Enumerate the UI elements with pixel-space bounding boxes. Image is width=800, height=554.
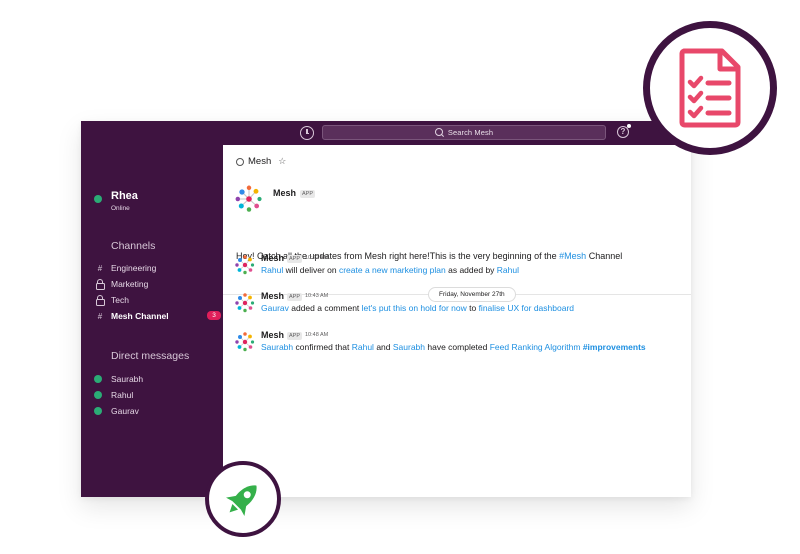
sidebar-item-rahul[interactable]: Rahul <box>94 388 133 402</box>
message-link[interactable]: Gaurav <box>261 303 289 313</box>
message-text: Rahul will deliver on create a new marke… <box>261 265 519 275</box>
online-status-dot <box>94 195 102 203</box>
unread-badge: 3 <box>207 311 221 320</box>
online-status-dot <box>94 407 102 415</box>
message-text: Gaurav added a comment let's put this on… <box>261 303 574 313</box>
message-fragment: as added by <box>445 265 497 275</box>
app-tag: APP <box>300 190 316 198</box>
user-status: Online <box>111 205 130 212</box>
mesh-logo-icon <box>235 185 262 212</box>
channel-title[interactable]: Mesh <box>248 156 271 167</box>
search-placeholder: Search Mesh <box>447 128 494 137</box>
message-link[interactable]: Saurabh <box>393 342 425 352</box>
message-pane: Mesh ☆ Mesh APP Hey! Catch all the updat… <box>223 145 691 497</box>
message-timestamp[interactable]: 10:22 AM <box>305 255 328 261</box>
channel-label: Marketing <box>111 279 149 289</box>
help-icon[interactable]: ? <box>617 124 631 138</box>
dm-label: Saurabh <box>111 374 144 384</box>
sender-name[interactable]: Mesh <box>261 253 284 263</box>
notification-dot <box>627 124 631 128</box>
message-timestamp[interactable]: 10:48 AM <box>305 332 328 338</box>
app-tag: APP <box>287 293 303 301</box>
date-divider[interactable]: Friday, November 27th <box>428 287 516 302</box>
sidebar-item-mesh-channel[interactable]: # Mesh Channel 3 <box>94 309 221 323</box>
message-link[interactable]: Rahul <box>261 265 283 275</box>
channel-header: Mesh ☆ <box>236 156 286 167</box>
history-icon[interactable] <box>300 126 314 140</box>
app-tag: APP <box>287 332 303 340</box>
sidebar-item-gaurav[interactable]: Gaurav <box>94 404 139 418</box>
message-link[interactable]: Feed Ranking Algorithm <box>490 342 581 352</box>
online-status-dot <box>94 391 102 399</box>
rocket-icon <box>226 485 257 516</box>
checklist-badge <box>643 21 777 155</box>
message-link[interactable]: #improvements <box>583 342 646 352</box>
sidebar-item-saurabh[interactable]: Saurabh <box>94 372 143 386</box>
dm-label: Rahul <box>111 390 134 400</box>
message-link[interactable]: finalise UX for dashboard <box>479 303 574 313</box>
lock-icon <box>94 294 106 306</box>
user-name: Rhea <box>111 190 138 202</box>
rocket-badge <box>205 461 281 537</box>
hash-icon: # <box>97 263 103 273</box>
message-link[interactable]: let's put this on hold for now <box>362 303 467 313</box>
channel-label: Tech <box>111 295 129 305</box>
mesh-logo-icon <box>235 332 255 352</box>
search-icon <box>434 128 443 136</box>
lock-icon <box>94 278 106 290</box>
channel-link[interactable]: #Mesh <box>559 251 586 261</box>
message-fragment: to <box>466 303 479 313</box>
online-status-dot <box>94 375 102 383</box>
sender-name[interactable]: Mesh <box>261 291 284 301</box>
mesh-logo-icon <box>235 293 255 313</box>
message-fragment: confirmed that <box>293 342 352 352</box>
message-fragment: will deliver on <box>283 265 339 275</box>
message-link[interactable]: Saurabh <box>261 342 293 352</box>
sidebar-item-marketing[interactable]: Marketing <box>94 277 219 291</box>
sender-name[interactable]: Mesh <box>273 188 296 198</box>
message-fragment: have completed <box>425 342 490 352</box>
checklist-document-icon <box>679 48 741 128</box>
message-link[interactable]: create a new marketing plan <box>339 265 446 275</box>
dm-label: Gaurav <box>111 406 139 416</box>
app-tag: APP <box>287 255 303 263</box>
sidebar: Rhea Online Channels # Engineering Marke… <box>81 121 223 497</box>
sidebar-item-engineering[interactable]: # Engineering <box>94 261 219 275</box>
intro-text-end: Channel <box>586 251 623 261</box>
sender-name[interactable]: Mesh <box>261 330 284 340</box>
message-fragment: and <box>373 342 393 352</box>
message-link[interactable]: Rahul <box>352 342 374 352</box>
message-timestamp[interactable]: 10:43 AM <box>305 293 328 299</box>
sidebar-item-tech[interactable]: Tech <box>94 293 219 307</box>
star-icon[interactable]: ☆ <box>278 156 286 167</box>
mesh-logo-icon <box>235 255 255 275</box>
channel-label: Engineering <box>111 263 157 273</box>
channels-heading[interactable]: Channels <box>111 240 155 252</box>
message-fragment: added a comment <box>288 303 362 313</box>
channel-label: Mesh Channel <box>111 311 169 321</box>
channel-status-icon <box>236 157 244 166</box>
app-window: Search Mesh ? Rhea Online Channels # Eng… <box>81 121 691 497</box>
message-text: Saurabh confirmed that Rahul and Saurabh… <box>261 342 646 352</box>
direct-messages-heading[interactable]: Direct messages <box>111 350 189 362</box>
search-bar[interactable]: Search Mesh <box>322 125 606 140</box>
stage: Search Mesh ? Rhea Online Channels # Eng… <box>0 0 800 554</box>
intro-text: Hey! Catch all the updates from Mesh rig… <box>236 251 560 261</box>
message-link[interactable]: Rahul <box>497 265 519 275</box>
hash-icon: # <box>97 311 103 321</box>
